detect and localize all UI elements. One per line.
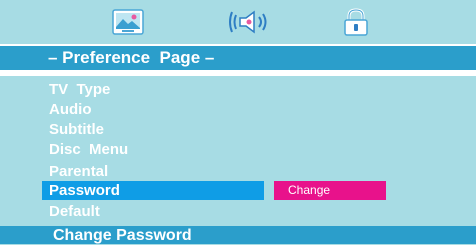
footer-hint: Change Password xyxy=(53,227,192,244)
menu-item-parental[interactable]: Parental xyxy=(49,163,108,180)
tab-video-setup[interactable] xyxy=(112,7,144,37)
tab-preference-lock[interactable] xyxy=(340,7,372,37)
dvd-setup-screen: – Preference Page – TV Type Audio Subtit… xyxy=(0,0,476,244)
page-title: – Preference Page – xyxy=(48,48,215,67)
tab-audio-setup[interactable] xyxy=(226,7,270,37)
audio-speaker-icon xyxy=(229,10,267,34)
menu-item-default[interactable]: Default xyxy=(49,203,100,220)
menu-item-password[interactable]: Password xyxy=(42,181,264,200)
password-change-option[interactable]: Change xyxy=(274,181,386,200)
menu-item-subtitle[interactable]: Subtitle xyxy=(49,121,104,138)
header-divider xyxy=(0,70,476,76)
menu-item-tv-type[interactable]: TV Type xyxy=(49,81,110,98)
lock-icon xyxy=(344,8,368,36)
video-settings-icon xyxy=(112,9,144,35)
menu-item-audio[interactable]: Audio xyxy=(49,101,92,118)
top-tab-bar xyxy=(0,0,476,44)
menu-item-disc-menu[interactable]: Disc Menu xyxy=(49,141,128,158)
